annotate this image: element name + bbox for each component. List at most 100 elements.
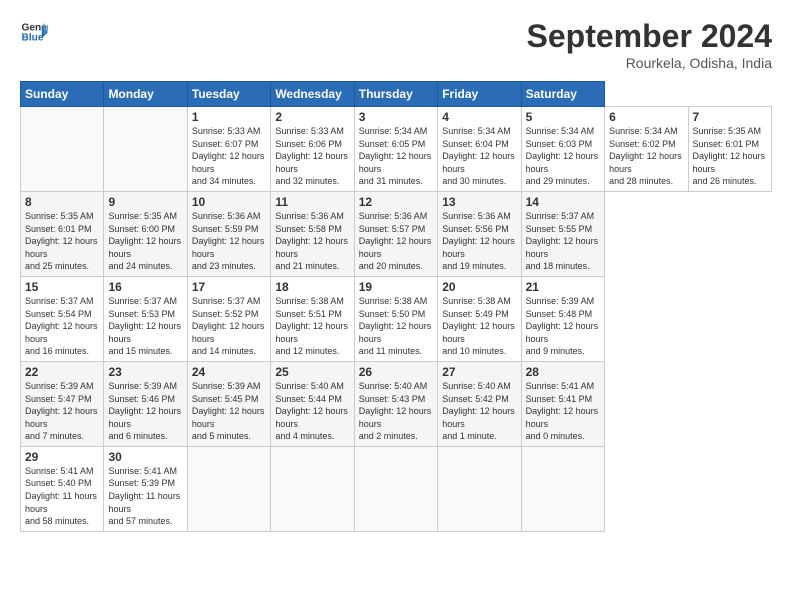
day-cell: 1Sunrise: 5:33 AMSunset: 6:07 PMDaylight… [187, 107, 270, 192]
day-number: 12 [359, 195, 433, 209]
day-info: Sunrise: 5:37 AMSunset: 5:52 PMDaylight:… [192, 295, 266, 358]
day-number: 22 [25, 365, 99, 379]
day-info: Sunrise: 5:34 AMSunset: 6:04 PMDaylight:… [442, 125, 516, 188]
day-info: Sunrise: 5:37 AMSunset: 5:53 PMDaylight:… [108, 295, 182, 358]
day-cell: 29Sunrise: 5:41 AMSunset: 5:40 PMDayligh… [21, 446, 104, 531]
day-number: 11 [275, 195, 349, 209]
day-cell: 30Sunrise: 5:41 AMSunset: 5:39 PMDayligh… [104, 446, 187, 531]
logo-icon: General Blue [20, 18, 48, 46]
day-number: 1 [192, 110, 266, 124]
day-number: 8 [25, 195, 99, 209]
day-number: 3 [359, 110, 433, 124]
day-number: 19 [359, 280, 433, 294]
day-info: Sunrise: 5:35 AMSunset: 6:01 PMDaylight:… [25, 210, 99, 273]
day-cell: 23Sunrise: 5:39 AMSunset: 5:46 PMDayligh… [104, 361, 187, 446]
day-cell: 27Sunrise: 5:40 AMSunset: 5:42 PMDayligh… [438, 361, 521, 446]
day-info: Sunrise: 5:34 AMSunset: 6:05 PMDaylight:… [359, 125, 433, 188]
week-row-3: 15Sunrise: 5:37 AMSunset: 5:54 PMDayligh… [21, 276, 772, 361]
day-number: 13 [442, 195, 516, 209]
day-cell: 12Sunrise: 5:36 AMSunset: 5:57 PMDayligh… [354, 191, 437, 276]
day-number: 10 [192, 195, 266, 209]
empty-cell [21, 107, 104, 192]
day-cell: 8Sunrise: 5:35 AMSunset: 6:01 PMDaylight… [21, 191, 104, 276]
day-cell: 17Sunrise: 5:37 AMSunset: 5:52 PMDayligh… [187, 276, 270, 361]
day-info: Sunrise: 5:41 AMSunset: 5:40 PMDaylight:… [25, 465, 99, 528]
day-number: 25 [275, 365, 349, 379]
day-cell: 21Sunrise: 5:39 AMSunset: 5:48 PMDayligh… [521, 276, 604, 361]
day-number: 28 [526, 365, 600, 379]
day-header-monday: Monday [104, 82, 187, 107]
day-number: 27 [442, 365, 516, 379]
day-cell: 25Sunrise: 5:40 AMSunset: 5:44 PMDayligh… [271, 361, 354, 446]
day-info: Sunrise: 5:38 AMSunset: 5:49 PMDaylight:… [442, 295, 516, 358]
day-cell: 22Sunrise: 5:39 AMSunset: 5:47 PMDayligh… [21, 361, 104, 446]
week-row-2: 8Sunrise: 5:35 AMSunset: 6:01 PMDaylight… [21, 191, 772, 276]
day-cell: 18Sunrise: 5:38 AMSunset: 5:51 PMDayligh… [271, 276, 354, 361]
day-info: Sunrise: 5:37 AMSunset: 5:54 PMDaylight:… [25, 295, 99, 358]
day-header-friday: Friday [438, 82, 521, 107]
week-row-4: 22Sunrise: 5:39 AMSunset: 5:47 PMDayligh… [21, 361, 772, 446]
day-info: Sunrise: 5:41 AMSunset: 5:41 PMDaylight:… [526, 380, 600, 443]
day-cell: 28Sunrise: 5:41 AMSunset: 5:41 PMDayligh… [521, 361, 604, 446]
day-info: Sunrise: 5:39 AMSunset: 5:48 PMDaylight:… [526, 295, 600, 358]
day-info: Sunrise: 5:40 AMSunset: 5:42 PMDaylight:… [442, 380, 516, 443]
svg-text:Blue: Blue [22, 33, 44, 44]
day-info: Sunrise: 5:36 AMSunset: 5:56 PMDaylight:… [442, 210, 516, 273]
day-number: 5 [526, 110, 600, 124]
day-number: 26 [359, 365, 433, 379]
day-number: 15 [25, 280, 99, 294]
day-info: Sunrise: 5:33 AMSunset: 6:06 PMDaylight:… [275, 125, 349, 188]
location: Rourkela, Odisha, India [527, 55, 772, 71]
day-number: 30 [108, 450, 182, 464]
day-cell: 6Sunrise: 5:34 AMSunset: 6:02 PMDaylight… [605, 107, 688, 192]
day-info: Sunrise: 5:36 AMSunset: 5:58 PMDaylight:… [275, 210, 349, 273]
day-cell: 10Sunrise: 5:36 AMSunset: 5:59 PMDayligh… [187, 191, 270, 276]
day-info: Sunrise: 5:40 AMSunset: 5:43 PMDaylight:… [359, 380, 433, 443]
day-header-saturday: Saturday [521, 82, 604, 107]
day-number: 29 [25, 450, 99, 464]
day-number: 14 [526, 195, 600, 209]
day-number: 23 [108, 365, 182, 379]
day-info: Sunrise: 5:39 AMSunset: 5:45 PMDaylight:… [192, 380, 266, 443]
day-cell [521, 446, 604, 531]
week-row-5: 29Sunrise: 5:41 AMSunset: 5:40 PMDayligh… [21, 446, 772, 531]
day-number: 9 [108, 195, 182, 209]
day-cell: 20Sunrise: 5:38 AMSunset: 5:49 PMDayligh… [438, 276, 521, 361]
day-info: Sunrise: 5:38 AMSunset: 5:50 PMDaylight:… [359, 295, 433, 358]
day-number: 20 [442, 280, 516, 294]
day-number: 6 [609, 110, 683, 124]
day-cell: 11Sunrise: 5:36 AMSunset: 5:58 PMDayligh… [271, 191, 354, 276]
header: General Blue September 2024 Rourkela, Od… [20, 18, 772, 71]
day-header-wednesday: Wednesday [271, 82, 354, 107]
day-info: Sunrise: 5:36 AMSunset: 5:57 PMDaylight:… [359, 210, 433, 273]
day-info: Sunrise: 5:38 AMSunset: 5:51 PMDaylight:… [275, 295, 349, 358]
logo: General Blue [20, 18, 48, 46]
day-cell: 3Sunrise: 5:34 AMSunset: 6:05 PMDaylight… [354, 107, 437, 192]
day-info: Sunrise: 5:35 AMSunset: 6:01 PMDaylight:… [693, 125, 768, 188]
day-cell: 19Sunrise: 5:38 AMSunset: 5:50 PMDayligh… [354, 276, 437, 361]
day-header-tuesday: Tuesday [187, 82, 270, 107]
day-cell [187, 446, 270, 531]
day-header-sunday: Sunday [21, 82, 104, 107]
day-number: 17 [192, 280, 266, 294]
day-cell: 15Sunrise: 5:37 AMSunset: 5:54 PMDayligh… [21, 276, 104, 361]
month-title: September 2024 [527, 18, 772, 55]
day-info: Sunrise: 5:41 AMSunset: 5:39 PMDaylight:… [108, 465, 182, 528]
day-number: 21 [526, 280, 600, 294]
day-info: Sunrise: 5:39 AMSunset: 5:47 PMDaylight:… [25, 380, 99, 443]
day-info: Sunrise: 5:34 AMSunset: 6:03 PMDaylight:… [526, 125, 600, 188]
week-row-1: 1Sunrise: 5:33 AMSunset: 6:07 PMDaylight… [21, 107, 772, 192]
day-info: Sunrise: 5:35 AMSunset: 6:00 PMDaylight:… [108, 210, 182, 273]
day-info: Sunrise: 5:39 AMSunset: 5:46 PMDaylight:… [108, 380, 182, 443]
day-number: 16 [108, 280, 182, 294]
day-number: 2 [275, 110, 349, 124]
day-number: 24 [192, 365, 266, 379]
header-row: SundayMondayTuesdayWednesdayThursdayFrid… [21, 82, 772, 107]
day-cell: 5Sunrise: 5:34 AMSunset: 6:03 PMDaylight… [521, 107, 604, 192]
day-number: 18 [275, 280, 349, 294]
day-cell: 13Sunrise: 5:36 AMSunset: 5:56 PMDayligh… [438, 191, 521, 276]
day-info: Sunrise: 5:33 AMSunset: 6:07 PMDaylight:… [192, 125, 266, 188]
day-info: Sunrise: 5:34 AMSunset: 6:02 PMDaylight:… [609, 125, 683, 188]
day-number: 7 [693, 110, 768, 124]
day-info: Sunrise: 5:37 AMSunset: 5:55 PMDaylight:… [526, 210, 600, 273]
